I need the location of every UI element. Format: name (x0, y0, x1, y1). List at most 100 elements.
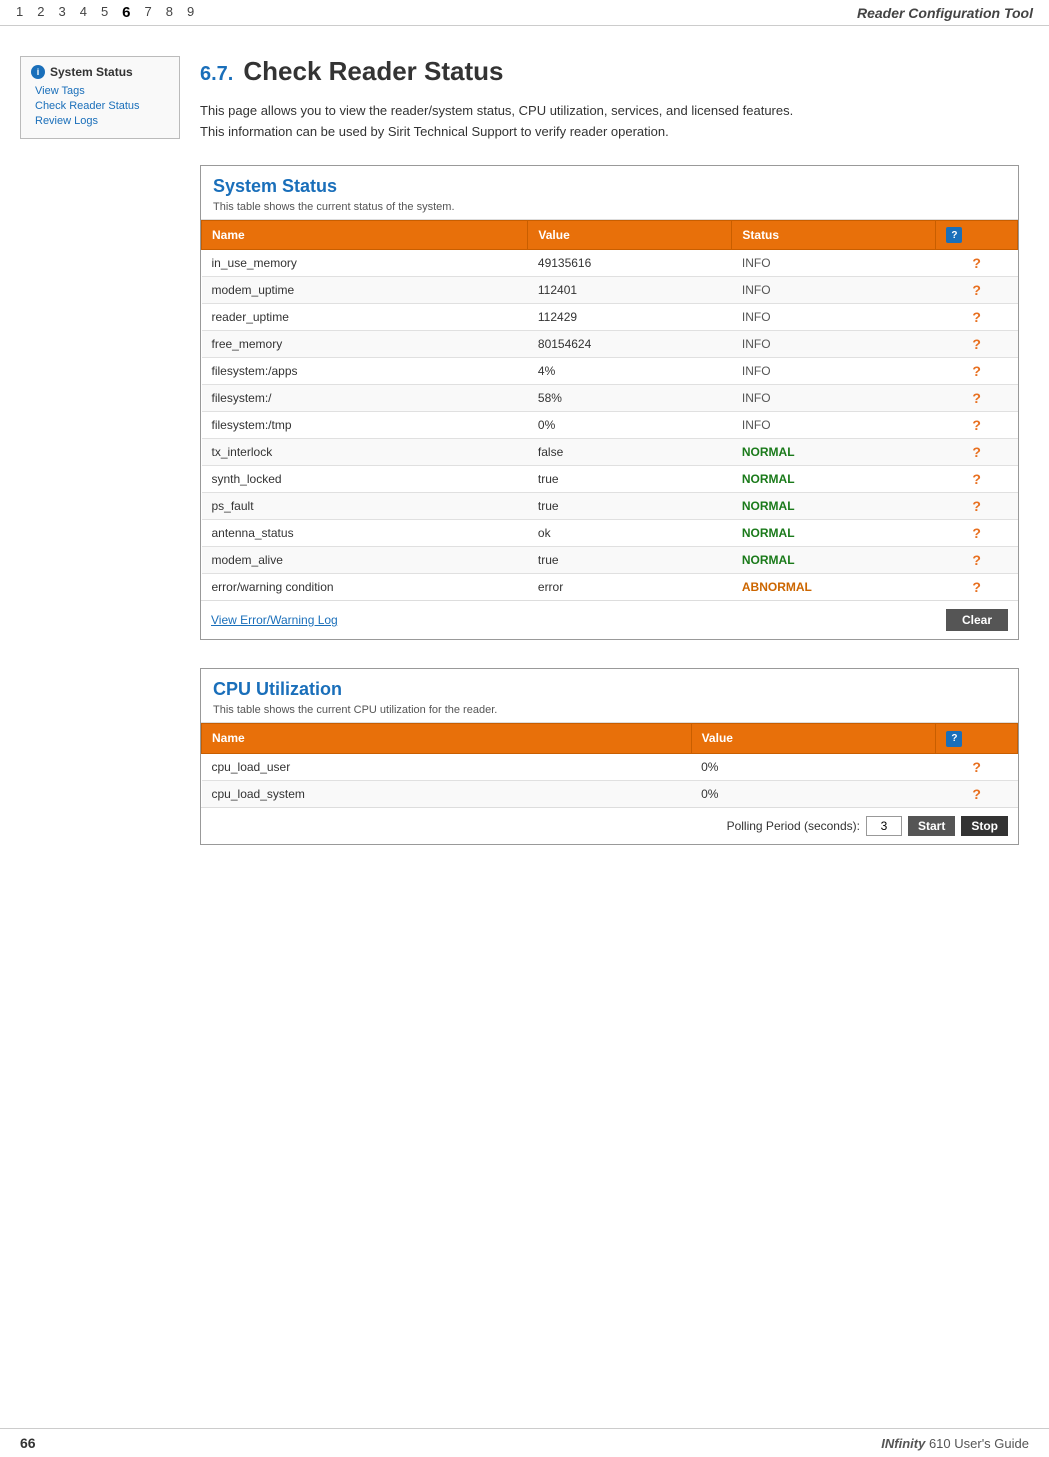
cell-help: ? (936, 250, 1018, 277)
nav-item-4[interactable]: 4 (80, 4, 87, 21)
row-help-icon[interactable]: ? (969, 759, 985, 775)
header-help-icon[interactable]: ? (946, 227, 962, 243)
page-number: 66 (20, 1435, 36, 1451)
row-help-icon[interactable]: ? (969, 471, 985, 487)
nav-item-6[interactable]: 6 (122, 4, 130, 21)
nav-item-1[interactable]: 1 (16, 4, 23, 21)
system-status-title: System Status (213, 176, 1006, 197)
cpu-table-title: CPU Utilization (213, 679, 1006, 700)
row-help-icon[interactable]: ? (969, 786, 985, 802)
row-help-icon[interactable]: ? (969, 390, 985, 406)
polling-input[interactable] (866, 816, 902, 836)
table-row: antenna_status ok NORMAL ? (202, 520, 1018, 547)
system-status-table: System Status This table shows the curre… (200, 165, 1019, 641)
cell-name: free_memory (202, 331, 528, 358)
col-header-help: ? (936, 220, 1018, 250)
main-content: i System Status View Tags Check Reader S… (0, 26, 1049, 903)
cell-help: ? (936, 412, 1018, 439)
cell-value: error (528, 574, 732, 601)
section-description: This page allows you to view the reader/… (200, 101, 800, 143)
stop-button[interactable]: Stop (961, 816, 1008, 836)
table-row: filesystem:/ 58% INFO ? (202, 385, 1018, 412)
table-row: free_memory 80154624 INFO ? (202, 331, 1018, 358)
sidebar-links: View Tags Check Reader Status Review Log… (31, 85, 169, 127)
table-row: in_use_memory 49135616 INFO ? (202, 250, 1018, 277)
sidebar: i System Status View Tags Check Reader S… (20, 56, 180, 873)
cell-status: NORMAL (732, 493, 936, 520)
cell-help: ? (936, 520, 1018, 547)
row-help-icon[interactable]: ? (969, 255, 985, 271)
row-help-icon[interactable]: ? (969, 444, 985, 460)
nav-item-3[interactable]: 3 (58, 4, 65, 21)
cell-status: INFO (732, 277, 936, 304)
system-status-desc: This table shows the current status of t… (213, 201, 1006, 213)
sidebar-item-view-tags[interactable]: View Tags (35, 85, 169, 97)
cell-status: ABNORMAL (732, 574, 936, 601)
row-help-icon[interactable]: ? (969, 552, 985, 568)
cell-help: ? (936, 466, 1018, 493)
table-row: filesystem:/apps 4% INFO ? (202, 358, 1018, 385)
cell-help: ? (936, 753, 1018, 780)
cell-value: 4% (528, 358, 732, 385)
cell-name: error/warning condition (202, 574, 528, 601)
cpu-data-table: Name Value ? cpu_load_user 0% ? cpu_load… (201, 723, 1018, 807)
cell-value: 58% (528, 385, 732, 412)
nav-item-9[interactable]: 9 (187, 4, 194, 21)
cell-value: ok (528, 520, 732, 547)
row-help-icon[interactable]: ? (969, 579, 985, 595)
cell-value: true (528, 547, 732, 574)
row-help-icon[interactable]: ? (969, 498, 985, 514)
polling-label: Polling Period (seconds): (727, 819, 860, 833)
cpu-header-help-icon[interactable]: ? (946, 731, 962, 747)
sidebar-box: i System Status View Tags Check Reader S… (20, 56, 180, 139)
nav-item-5[interactable]: 5 (101, 4, 108, 21)
cell-name: modem_uptime (202, 277, 528, 304)
cell-value: 0% (691, 780, 936, 807)
cell-status: INFO (732, 358, 936, 385)
table-row: filesystem:/tmp 0% INFO ? (202, 412, 1018, 439)
cell-value: true (528, 493, 732, 520)
table-row: synth_locked true NORMAL ? (202, 466, 1018, 493)
col-header-name: Name (202, 220, 528, 250)
nav-item-7[interactable]: 7 (145, 4, 152, 21)
view-log-link[interactable]: View Error/Warning Log (211, 613, 338, 627)
sidebar-item-check-reader[interactable]: Check Reader Status (35, 100, 169, 112)
cell-help: ? (936, 358, 1018, 385)
cell-status: INFO (732, 412, 936, 439)
cell-name: cpu_load_user (202, 753, 692, 780)
info-icon: i (31, 65, 45, 79)
cell-value: 0% (528, 412, 732, 439)
cell-status: NORMAL (732, 466, 936, 493)
clear-button[interactable]: Clear (946, 609, 1008, 631)
row-help-icon[interactable]: ? (969, 336, 985, 352)
nav-item-8[interactable]: 8 (166, 4, 173, 21)
cell-status: INFO (732, 304, 936, 331)
row-help-icon[interactable]: ? (969, 282, 985, 298)
cpu-table-header: CPU Utilization This table shows the cur… (201, 669, 1018, 723)
cell-name: modem_alive (202, 547, 528, 574)
cell-help: ? (936, 304, 1018, 331)
cell-help: ? (936, 277, 1018, 304)
table-row: modem_uptime 112401 INFO ? (202, 277, 1018, 304)
cell-name: ps_fault (202, 493, 528, 520)
table-row: modem_alive true NORMAL ? (202, 547, 1018, 574)
start-button[interactable]: Start (908, 816, 955, 836)
cell-help: ? (936, 780, 1018, 807)
cpu-table-desc: This table shows the current CPU utiliza… (213, 704, 1006, 716)
row-help-icon[interactable]: ? (969, 363, 985, 379)
system-table-footer: View Error/Warning Log Clear (201, 600, 1018, 639)
table-row: error/warning condition error ABNORMAL ? (202, 574, 1018, 601)
row-help-icon[interactable]: ? (969, 309, 985, 325)
row-help-icon[interactable]: ? (969, 417, 985, 433)
cpu-utilization-table: CPU Utilization This table shows the cur… (200, 668, 1019, 845)
cell-name: antenna_status (202, 520, 528, 547)
cell-name: reader_uptime (202, 304, 528, 331)
section-title: Check Reader Status (243, 56, 503, 87)
cpu-table-header-row: Name Value ? (202, 724, 1018, 754)
content-area: 6.7. Check Reader Status This page allow… (200, 56, 1019, 873)
nav-item-2[interactable]: 2 (37, 4, 44, 21)
cell-value: 49135616 (528, 250, 732, 277)
cell-status: NORMAL (732, 520, 936, 547)
sidebar-item-review-logs[interactable]: Review Logs (35, 115, 169, 127)
row-help-icon[interactable]: ? (969, 525, 985, 541)
